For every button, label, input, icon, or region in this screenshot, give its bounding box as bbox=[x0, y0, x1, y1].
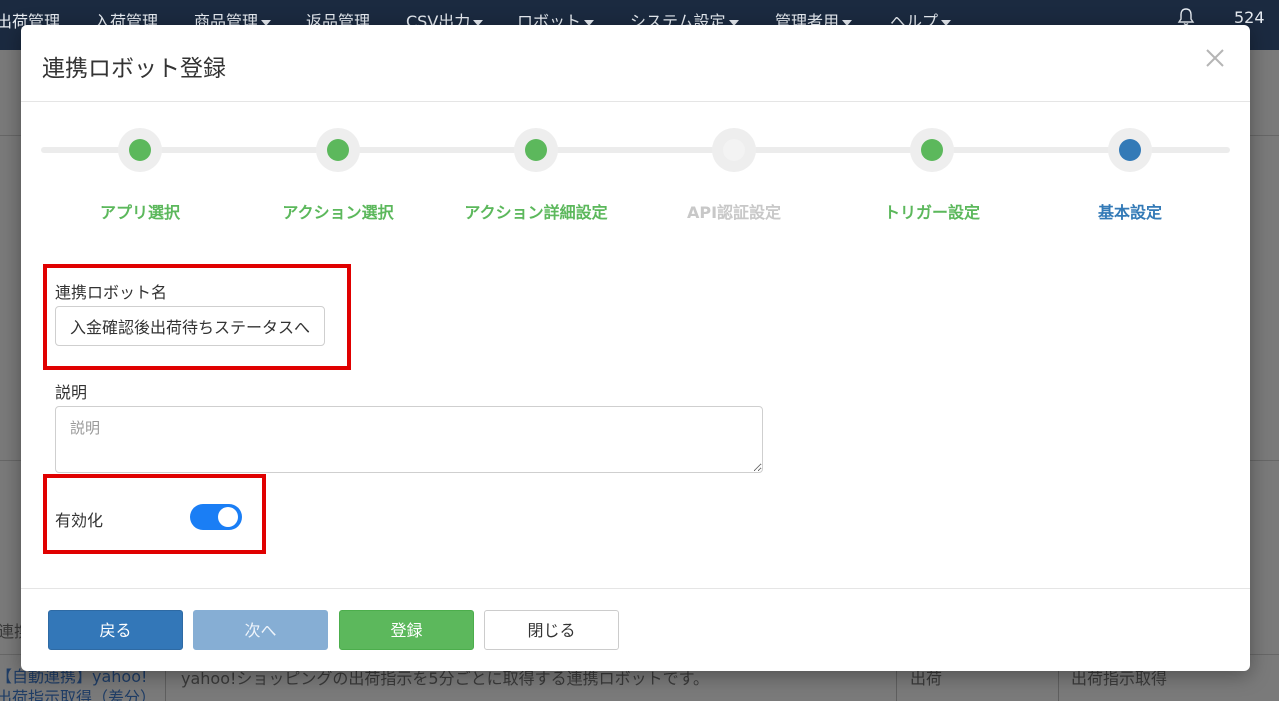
register-button[interactable]: 登録 bbox=[339, 610, 474, 650]
modal-header: 連携ロボット登録 bbox=[21, 25, 1250, 102]
description-textarea[interactable] bbox=[55, 406, 763, 473]
bell-icon[interactable] bbox=[1177, 8, 1195, 26]
toggle-knob bbox=[218, 507, 238, 527]
modal-title: 連携ロボット登録 bbox=[42, 56, 226, 82]
close-icon[interactable] bbox=[1204, 47, 1226, 69]
step-trigger[interactable] bbox=[910, 128, 954, 172]
step-label-action-detail: アクション詳細設定 bbox=[464, 203, 608, 222]
step-inactive-dot bbox=[723, 139, 745, 161]
enabled-toggle[interactable] bbox=[190, 504, 242, 530]
step-complete-dot bbox=[921, 139, 943, 161]
step-complete-dot bbox=[525, 139, 547, 161]
stepper-track bbox=[41, 147, 1230, 153]
step-label-action-select: アクション選択 bbox=[282, 203, 394, 222]
step-label-trigger: トリガー設定 bbox=[883, 203, 980, 222]
step-label-app-select: アプリ選択 bbox=[99, 203, 180, 222]
step-current-dot bbox=[1119, 139, 1141, 161]
step-action-select[interactable] bbox=[316, 128, 360, 172]
step-api-auth bbox=[712, 128, 756, 172]
register-robot-modal: 連携ロボット登録 アプリ選択 アクション選択 アクション詳細設定 API認証設定… bbox=[21, 25, 1250, 671]
description-label: 説明 bbox=[55, 383, 88, 402]
step-basic-settings[interactable] bbox=[1108, 128, 1152, 172]
step-label-basic-settings: 基本設定 bbox=[1097, 203, 1162, 222]
next-button[interactable]: 次へ bbox=[193, 610, 328, 650]
robot-name-label: 連携ロボット名 bbox=[55, 283, 168, 302]
robot-name-input[interactable] bbox=[55, 306, 325, 346]
step-complete-dot bbox=[327, 139, 349, 161]
step-label-api-auth: API認証設定 bbox=[686, 203, 782, 222]
back-button[interactable]: 戻る bbox=[48, 610, 183, 650]
step-app-select[interactable] bbox=[118, 128, 162, 172]
background-row-name-2[interactable]: 出荷指示取得（差分） bbox=[0, 684, 156, 701]
step-complete-dot bbox=[129, 139, 151, 161]
step-action-detail[interactable] bbox=[514, 128, 558, 172]
modal-footer-divider bbox=[21, 588, 1250, 589]
close-button[interactable]: 閉じる bbox=[484, 610, 619, 650]
enabled-label: 有効化 bbox=[55, 511, 104, 530]
